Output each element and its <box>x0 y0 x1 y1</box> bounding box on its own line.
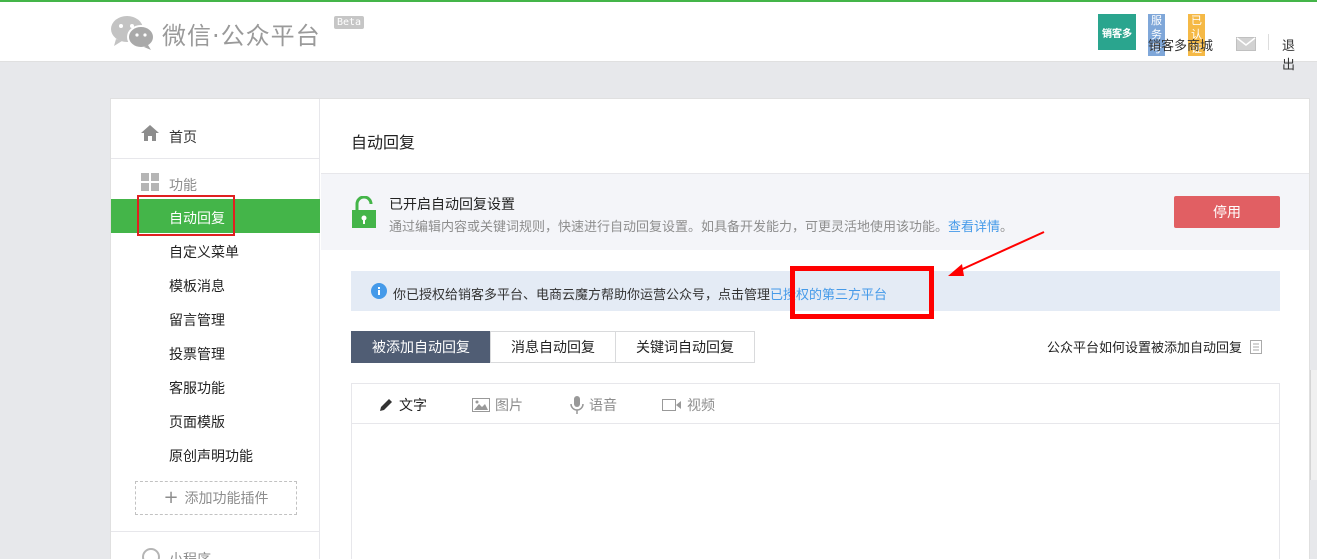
sidebar-item-custom-menu[interactable]: 自定义菜单 <box>111 233 320 267</box>
reply-editor: 文字 图片 语音 视频 <box>351 383 1280 559</box>
tab-keyword-reply[interactable]: 关键词自动回复 <box>615 331 755 363</box>
sidebar-item-label: 原创声明功能 <box>169 449 253 465</box>
tool-image-label: 图片 <box>495 398 523 414</box>
tool-text[interactable]: 文字 <box>378 395 427 415</box>
wechat-icon <box>111 16 155 50</box>
sidebar-home-label: 首页 <box>169 130 197 146</box>
sidebar-divider <box>111 531 320 532</box>
annotation-box-notice-link <box>790 266 934 319</box>
wechat-logo[interactable]: 微信·公众平台 Beta <box>110 14 365 52</box>
main-container: 首页 功能 自动回复 自定义菜单 模板消息 留言管理 投票管理 客服功能 页面模… <box>110 98 1310 559</box>
annotation-box-sidebar <box>137 195 235 236</box>
sidebar-item-original-declaration[interactable]: 原创声明功能 <box>111 437 320 471</box>
tool-text-label: 文字 <box>399 398 427 414</box>
sidebar-group-label: 功能 <box>169 178 197 194</box>
logo-text: 微信·公众平台 <box>162 21 321 50</box>
add-plugin-label: 添加功能插件 <box>184 491 269 507</box>
microphone-icon <box>570 396 584 414</box>
mini-program-icon <box>142 548 160 559</box>
avatar[interactable]: 销客多 <box>1098 14 1136 50</box>
home-icon <box>141 125 159 141</box>
help-link[interactable]: 公众平台如何设置被添加自动回复 <box>1047 337 1263 356</box>
page-title: 自动回复 <box>351 133 416 152</box>
sidebar-item-label: 页面模版 <box>169 415 225 431</box>
notice-message: 你已授权给销客多平台、电商云魔方帮助你运营公众号，点击管理 <box>393 288 771 303</box>
auto-reply-status-panel: 已开启自动回复设置 通过编辑内容或关键词规则，快速进行自动回复设置。如具备开发能… <box>321 174 1309 250</box>
beta-badge: Beta <box>334 16 365 29</box>
sidebar-item-label: 客服功能 <box>169 381 225 397</box>
sidebar: 首页 功能 自动回复 自定义菜单 模板消息 留言管理 投票管理 客服功能 页面模… <box>111 99 320 559</box>
tool-voice-label: 语音 <box>589 398 617 414</box>
add-plugin-button[interactable]: + 添加功能插件 <box>135 481 297 515</box>
sidebar-item-template-message[interactable]: 模板消息 <box>111 267 320 301</box>
sidebar-item-mini-program[interactable]: 小程序 <box>141 545 301 559</box>
editor-toolbar: 文字 图片 语音 视频 <box>352 384 1279 424</box>
logout-link[interactable]: 退出 <box>1282 35 1295 73</box>
tool-image[interactable]: 图片 <box>472 395 523 415</box>
stop-button[interactable]: 停用 <box>1174 196 1280 228</box>
mail-icon[interactable] <box>1236 37 1256 51</box>
tab-message-reply[interactable]: 消息自动回复 <box>490 331 616 363</box>
info-icon <box>371 283 387 299</box>
sidebar-item-customer-service[interactable]: 客服功能 <box>111 369 320 403</box>
status-desc-text: 通过编辑内容或关键词规则，快速进行自动回复设置。如具备开发能力，可更灵活地使用该… <box>389 220 949 235</box>
document-icon <box>1250 339 1263 354</box>
tool-video-label: 视频 <box>687 398 715 414</box>
status-title: 已开启自动回复设置 <box>389 197 515 213</box>
sidebar-item-home[interactable]: 首页 <box>111 99 320 159</box>
grid-icon <box>141 173 159 191</box>
tab-added-reply[interactable]: 被添加自动回复 <box>351 331 491 363</box>
plus-icon: + <box>163 487 179 508</box>
tool-video[interactable]: 视频 <box>662 395 715 415</box>
image-icon <box>472 398 490 412</box>
sidebar-item-votes[interactable]: 投票管理 <box>111 335 320 369</box>
sidebar-item-comments[interactable]: 留言管理 <box>111 301 320 335</box>
scrollbar[interactable] <box>1310 370 1317 480</box>
top-header: 微信·公众平台 Beta 销客多 服务号 已认证 销客多商城 退出 <box>0 0 1317 73</box>
sidebar-item-label: 模板消息 <box>169 279 225 295</box>
header-divider <box>1268 34 1269 50</box>
content-area: 自动回复 已开启自动回复设置 通过编辑内容或关键词规则，快速进行自动回复设置。如… <box>321 99 1309 559</box>
help-link-label: 公众平台如何设置被添加自动回复 <box>1047 341 1243 356</box>
pencil-icon <box>380 399 392 411</box>
account-name[interactable]: 销客多商城 <box>1148 35 1213 54</box>
tool-voice[interactable]: 语音 <box>570 395 617 415</box>
reply-type-tabs: 被添加自动回复 消息自动回复 关键词自动回复 <box>351 331 755 363</box>
annotation-arrow <box>948 231 1045 276</box>
sidebar-item-label: 投票管理 <box>169 347 225 363</box>
status-description: 通过编辑内容或关键词规则，快速进行自动回复设置。如具备开发能力，可更灵活地使用该… <box>389 216 1013 235</box>
unlock-icon <box>352 196 376 228</box>
sidebar-item-label: 自定义菜单 <box>169 245 239 261</box>
sidebar-item-label: 留言管理 <box>169 313 225 329</box>
sidebar-item-page-template[interactable]: 页面模版 <box>111 403 320 437</box>
video-icon <box>662 399 681 411</box>
sidebar-group-features: 功能 <box>111 171 320 195</box>
mini-program-label: 小程序 <box>169 549 211 559</box>
